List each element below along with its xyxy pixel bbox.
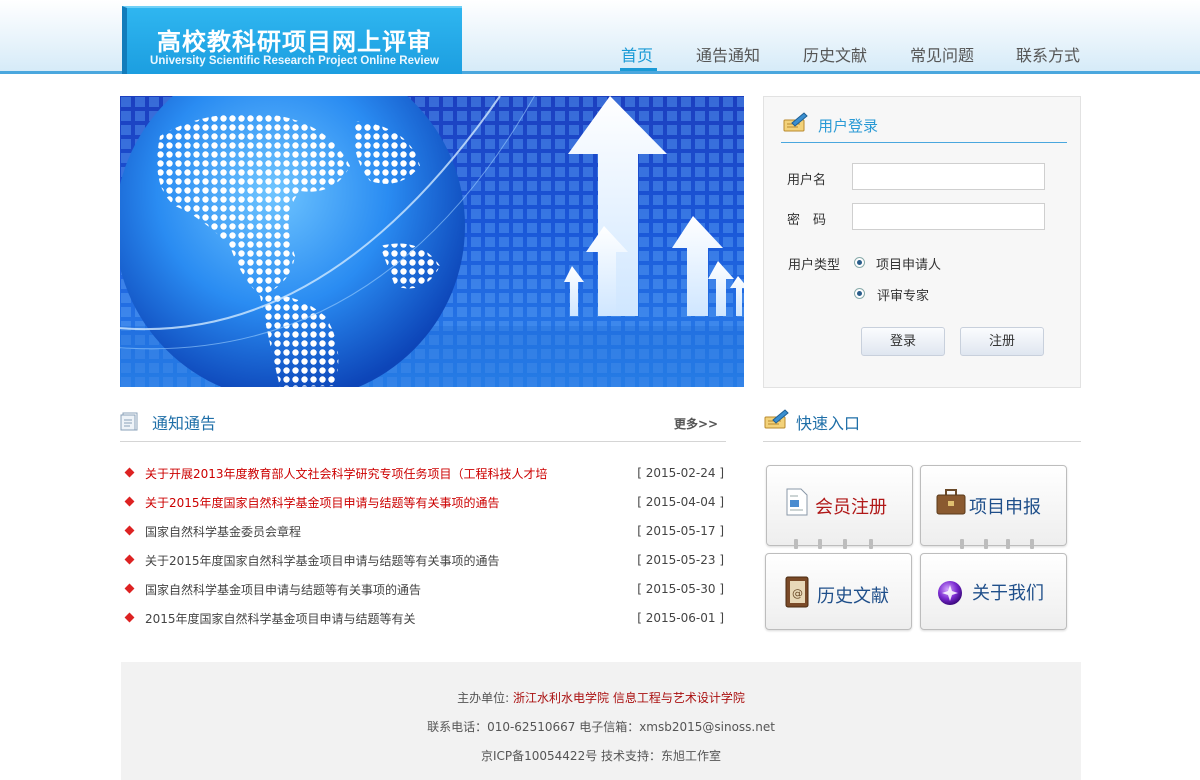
bullet-icon: [124, 554, 135, 565]
notice-section-title: 通知通告: [152, 414, 217, 433]
list-item[interactable]: 国家自然科学基金项目申请与结题等有关事项的通告 [ 2015-05-30 ]: [124, 581, 724, 601]
list-item[interactable]: 关于2015年度国家自然科学基金项目申请与结题等有关事项的通告 [ 2015-0…: [124, 552, 724, 572]
address-book-icon: @: [785, 576, 809, 608]
notice-link[interactable]: 关于2015年度国家自然科学基金项目申请与结题等有关事项的通告: [145, 552, 500, 569]
site-subtitle: University Scientific Research Project O…: [150, 55, 439, 67]
bullet-icon: [124, 525, 135, 536]
list-item[interactable]: 2015年度国家自然科学基金项目申请与结题等有关 [ 2015-06-01 ]: [124, 610, 724, 630]
bullet-icon: [124, 496, 135, 507]
username-input[interactable]: [852, 163, 1045, 190]
footer-icp: 京ICP备10054422号 技术支持：东旭工作室: [480, 749, 722, 763]
footer-contact: 联系电话：010-62510667 电子信箱：xmsb2015@sinoss.n…: [427, 720, 775, 734]
chain-link: [869, 539, 873, 549]
nav-item-notices[interactable]: 通告通知: [696, 42, 760, 66]
quick-about-us-button[interactable]: 关于我们: [920, 553, 1067, 630]
nav-item-contact[interactable]: 联系方式: [1016, 42, 1080, 66]
notice-date: [ 2015-05-17 ]: [637, 524, 724, 538]
bullet-icon: [124, 583, 135, 594]
bullet-icon: [124, 467, 135, 478]
quick-section-title: 快速入口: [796, 414, 861, 433]
hero-banner: [120, 96, 744, 387]
quick-label: 项目申报: [969, 497, 1041, 518]
notice-link[interactable]: 国家自然科学基金委员会章程: [145, 523, 301, 540]
bullet-icon: [124, 612, 135, 623]
chain-link: [843, 539, 847, 549]
notice-doc-icon: [120, 412, 138, 431]
password-input[interactable]: [852, 203, 1045, 230]
list-item[interactable]: 国家自然科学基金委员会章程 [ 2015-05-17 ]: [124, 523, 724, 543]
radio-reviewer-label[interactable]: 评审专家: [877, 285, 929, 304]
divider: [763, 441, 1081, 442]
footer-sponsor-names[interactable]: 浙江水利水电学院 信息工程与艺术设计学院: [513, 691, 745, 705]
notice-date: [ 2015-06-01 ]: [637, 611, 724, 625]
notice-link[interactable]: 关于开展2013年度教育部人文社会科学研究专项任务项目（工程科技人才培: [145, 465, 548, 482]
site-footer: 主办单位: 浙江水利水电学院 信息工程与艺术设计学院 联系电话：010-6251…: [121, 662, 1081, 780]
chain-link: [1030, 539, 1034, 549]
notice-date: [ 2015-04-04 ]: [637, 495, 724, 509]
nav-item-faq[interactable]: 常见问题: [910, 42, 974, 66]
site-header: 高校教科研项目网上评审 University Scientific Resear…: [0, 0, 1200, 74]
svg-text:@: @: [792, 587, 803, 600]
radio-applicant-label[interactable]: 项目申请人: [876, 254, 941, 273]
login-panel: 用户登录 用户名 密 码 用户类型 项目申请人 评审专家 登录 注册: [763, 96, 1081, 388]
register-button[interactable]: 注册: [960, 327, 1044, 356]
radio-reviewer[interactable]: [854, 288, 865, 299]
chain-link: [984, 539, 988, 549]
notebook-pen-icon: [783, 112, 808, 132]
password-label: 密 码: [787, 213, 827, 228]
notice-link[interactable]: 关于2015年度国家自然科学基金项目申请与结题等有关事项的通告: [145, 494, 500, 511]
chain-link: [818, 539, 822, 549]
site-title: 高校教科研项目网上评审: [157, 28, 432, 56]
chain-link: [794, 539, 798, 549]
radio-applicant[interactable]: [854, 257, 865, 268]
briefcase-icon: [936, 489, 966, 515]
divider: [120, 441, 726, 442]
quick-label: 历史文献: [817, 586, 889, 607]
quick-member-register-button[interactable]: 会员注册: [766, 465, 913, 546]
footer-sponsor-label: 主办单位:: [457, 691, 510, 705]
quick-history-docs-button[interactable]: @ 历史文献: [765, 553, 912, 630]
nav-item-history[interactable]: 历史文献: [803, 42, 867, 66]
user-type-label: 用户类型: [788, 258, 841, 273]
notice-date: [ 2015-02-24 ]: [637, 466, 724, 480]
divider: [781, 142, 1067, 143]
quick-label: 关于我们: [972, 583, 1044, 604]
notebook-pen-icon: [764, 409, 789, 429]
notice-link[interactable]: 国家自然科学基金项目申请与结题等有关事项的通告: [145, 581, 421, 598]
quick-label: 会员注册: [815, 497, 887, 518]
globe-arrows-illustration: [120, 96, 744, 387]
nav-active-indicator: [620, 68, 657, 71]
login-button[interactable]: 登录: [861, 327, 945, 356]
notice-date: [ 2015-05-30 ]: [637, 582, 724, 596]
nav-item-home[interactable]: 首页: [621, 42, 653, 66]
login-title: 用户登录: [818, 117, 879, 135]
list-item[interactable]: 关于开展2013年度教育部人文社会科学研究专项任务项目（工程科技人才培 [ 20…: [124, 465, 724, 485]
notice-link[interactable]: 2015年度国家自然科学基金项目申请与结题等有关: [145, 610, 416, 627]
chain-link: [1006, 539, 1010, 549]
more-link[interactable]: 更多>>: [674, 415, 718, 432]
notice-date: [ 2015-05-23 ]: [637, 553, 724, 567]
footer-sponsor: 主办单位: 浙江水利水电学院 信息工程与艺术设计学院: [121, 689, 1081, 706]
list-item[interactable]: 关于2015年度国家自然科学基金项目申请与结题等有关事项的通告 [ 2015-0…: [124, 494, 724, 514]
document-icon: [786, 488, 808, 516]
username-label: 用户名: [787, 173, 827, 188]
purple-orb-icon: [938, 581, 962, 605]
quick-project-apply-button[interactable]: 项目申报: [920, 465, 1067, 546]
site-logo[interactable]: 高校教科研项目网上评审 University Scientific Resear…: [122, 6, 462, 74]
chain-link: [960, 539, 964, 549]
